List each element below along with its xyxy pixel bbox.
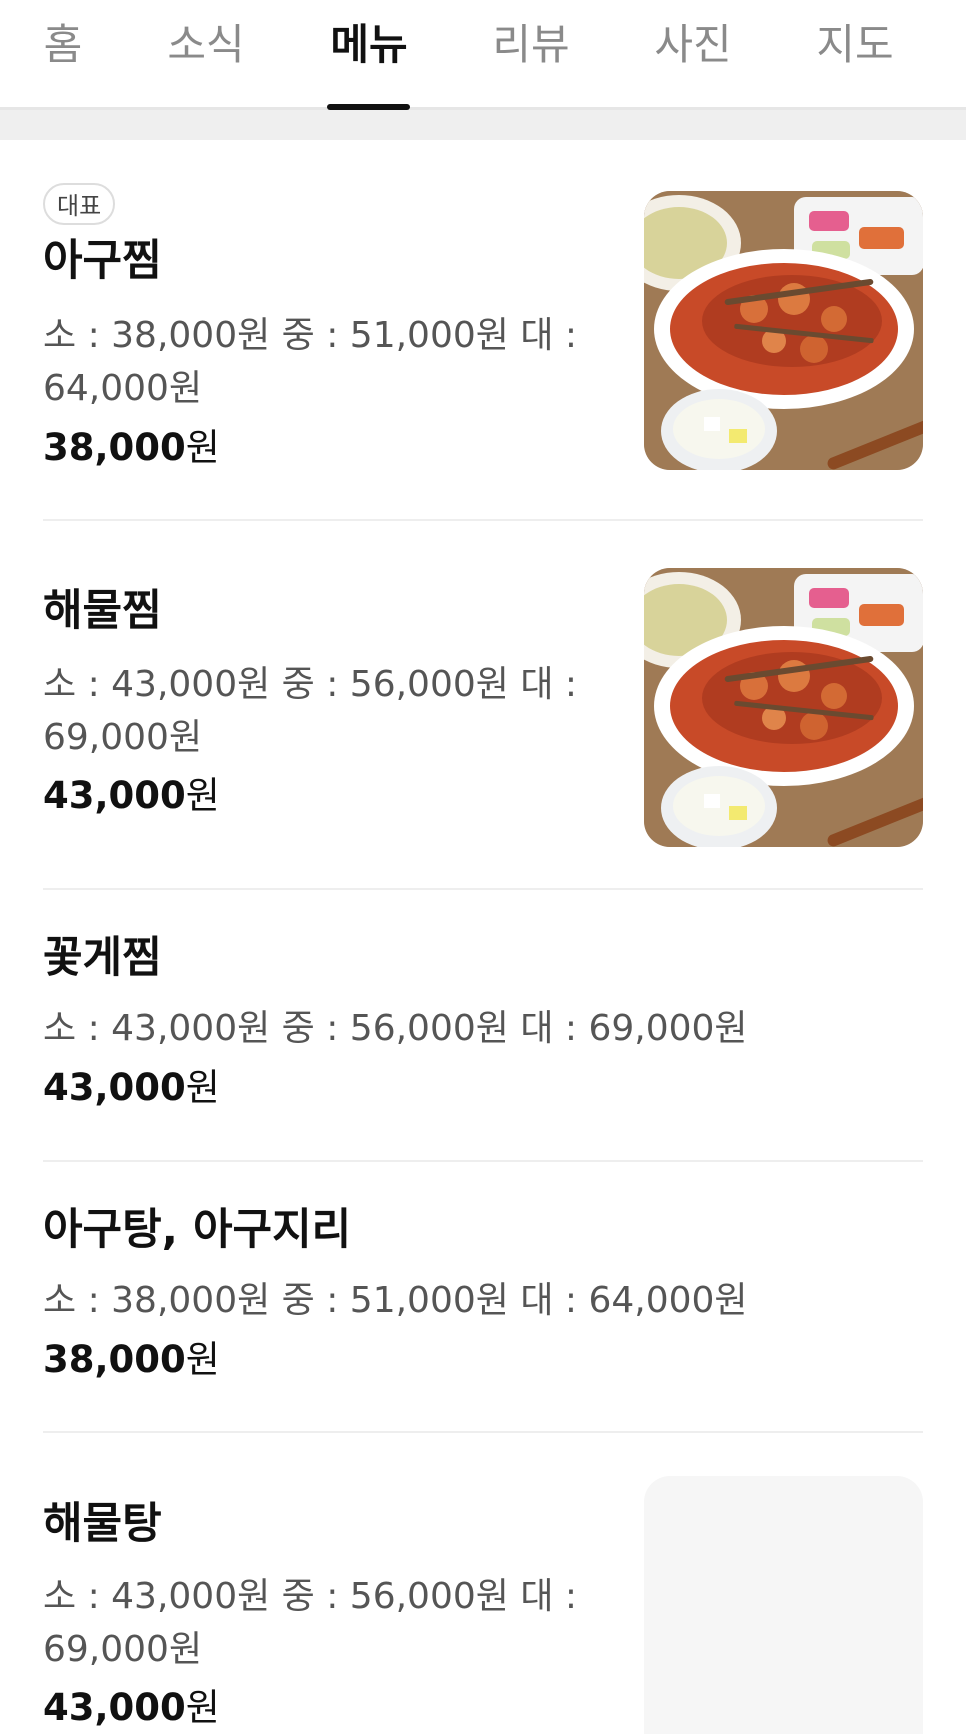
menu-item-price: 43,000원: [43, 768, 220, 824]
menu-item-name: 꽃게찜: [43, 933, 162, 983]
price-unit: 원: [185, 1686, 220, 1729]
item-divider: [43, 1431, 923, 1433]
price-amount: 43,000: [43, 1686, 186, 1729]
tab-bar: 홈 소식 메뉴 리뷰 사진 지도: [0, 0, 966, 110]
menu-item-price: 43,000원: [43, 1060, 220, 1116]
price-amount: 38,000: [43, 1338, 186, 1381]
menu-item-description: 소 : 38,000원 중 : 51,000원 대 : 64,000원: [43, 1280, 748, 1321]
price-amount: 43,000: [43, 1066, 186, 1109]
menu-item-agujjim[interactable]: 대표 아구찜 소 : 38,000원 중 : 51,000원 대 : 64,00…: [43, 183, 923, 483]
menu-item-description: 소 : 38,000원 중 : 51,000원 대 : 64,000원: [43, 315, 578, 409]
menu-item-description: 소 : 43,000원 중 : 56,000원 대 : 69,000원: [43, 1008, 748, 1049]
menu-item-haemultang[interactable]: 해물탕 소 : 43,000원 중 : 56,000원 대 : 69,000원 …: [43, 1476, 923, 1734]
menu-item-price: 43,000원: [43, 1680, 220, 1736]
menu-item-name: 아구찜: [43, 236, 162, 286]
tab-home[interactable]: 홈: [0, 0, 126, 110]
price-amount: 38,000: [43, 426, 186, 469]
item-divider: [43, 888, 923, 890]
menu-item-kkotgejjim[interactable]: 꽃게찜 소 : 43,000원 중 : 56,000원 대 : 69,000원 …: [43, 930, 923, 1120]
food-photo-image: [644, 191, 923, 470]
tab-news[interactable]: 소식: [150, 0, 262, 110]
menu-item-price: 38,000원: [43, 1332, 220, 1388]
menu-item-name: 아구탕, 아구지리: [43, 1205, 352, 1255]
price-amount: 43,000: [43, 774, 186, 817]
signature-badge: 대표: [43, 183, 116, 225]
price-unit: 원: [185, 774, 220, 817]
menu-item-photo[interactable]: [644, 568, 923, 847]
tab-photos[interactable]: 사진: [637, 0, 749, 110]
menu-item-price: 38,000원: [43, 420, 220, 476]
price-unit: 원: [185, 1066, 220, 1109]
price-unit: 원: [185, 426, 220, 469]
menu-item-name: 해물탕: [43, 1499, 162, 1549]
food-photo-image: [644, 568, 923, 847]
item-divider: [43, 519, 923, 521]
menu-item-description: 소 : 43,000원 중 : 56,000원 대 : 69,000원: [43, 664, 578, 758]
menu-item-photo[interactable]: [644, 191, 923, 470]
price-unit: 원: [185, 1338, 220, 1381]
tab-map[interactable]: 지도: [799, 0, 911, 110]
tab-menu[interactable]: 메뉴: [313, 0, 425, 110]
image-placeholder[interactable]: [644, 1476, 923, 1734]
menu-item-name: 해물찜: [43, 586, 162, 636]
item-divider: [43, 1160, 923, 1162]
tab-reviews[interactable]: 리뷰: [475, 0, 587, 110]
menu-item-agutang[interactable]: 아구탕, 아구지리 소 : 38,000원 중 : 51,000원 대 : 64…: [43, 1202, 923, 1392]
menu-item-haemuljjim[interactable]: 해물찜 소 : 43,000원 중 : 56,000원 대 : 69,000원 …: [43, 568, 923, 848]
menu-item-description: 소 : 43,000원 중 : 56,000원 대 : 69,000원: [43, 1576, 578, 1670]
section-gap: [0, 110, 966, 140]
